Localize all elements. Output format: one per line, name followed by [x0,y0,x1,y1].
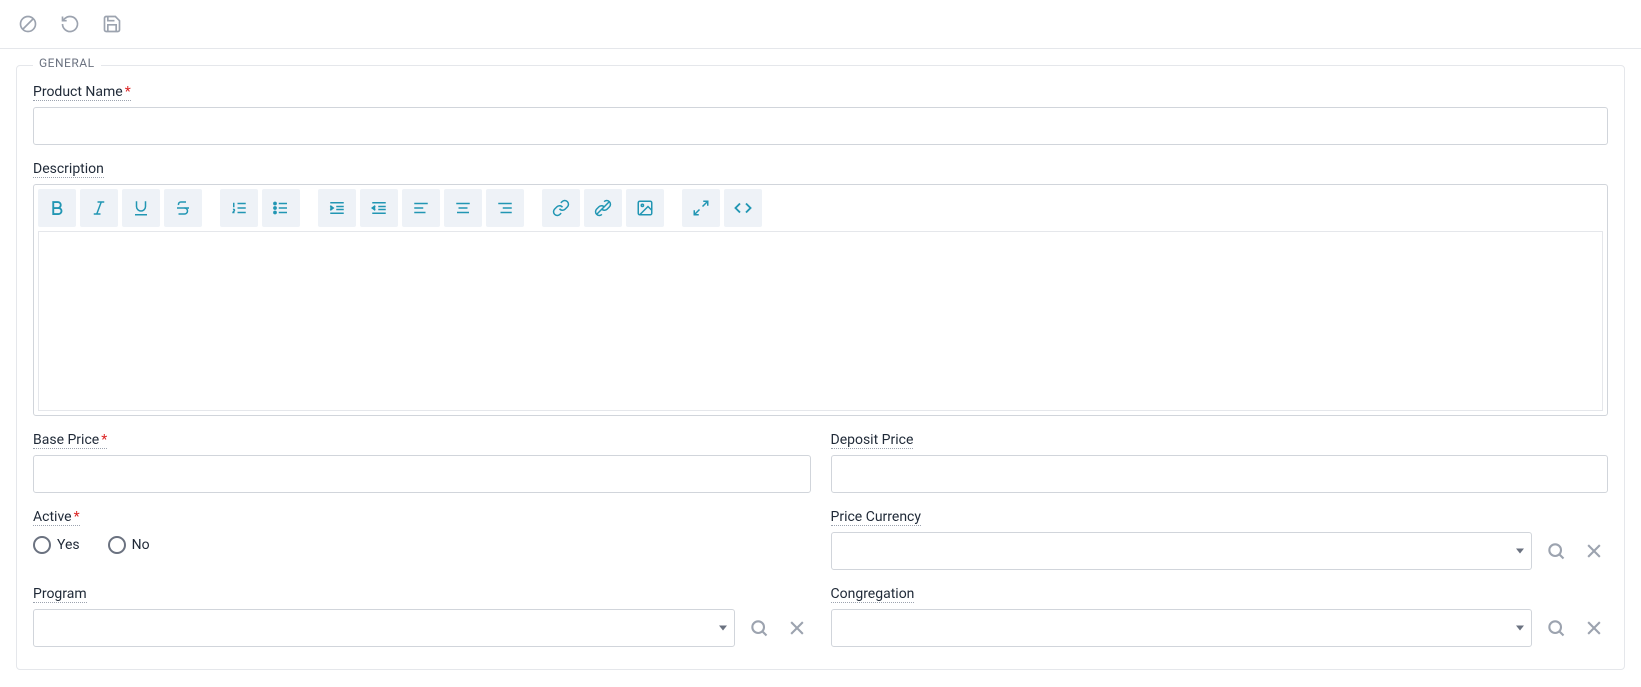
unordered-list-button[interactable] [262,189,300,227]
congregation-clear-button[interactable] [1580,614,1608,642]
description-editor [33,184,1608,416]
fullscreen-icon [692,199,710,217]
undo-icon [60,14,80,34]
product-name-input[interactable] [33,107,1608,145]
align-center-button[interactable] [444,189,482,227]
strikethrough-icon [174,199,192,217]
program-input[interactable] [33,609,735,647]
bold-button[interactable] [38,189,76,227]
image-icon [636,199,654,217]
unordered-list-icon [272,199,290,217]
close-icon [1584,618,1604,638]
italic-button[interactable] [80,189,118,227]
undo-button[interactable] [58,12,82,36]
align-left-icon [412,199,430,217]
description-content[interactable] [38,231,1603,411]
cancel-icon [18,14,38,34]
base-price-input[interactable] [33,455,811,493]
align-right-icon [496,199,514,217]
radio-icon [108,536,126,554]
outdent-icon [370,199,388,217]
unlink-icon [594,199,612,217]
link-button[interactable] [542,189,580,227]
radio-icon [33,536,51,554]
radio-label: No [132,537,150,553]
indent-button[interactable] [318,189,356,227]
description-label: Description [33,161,104,178]
align-right-button[interactable] [486,189,524,227]
ordered-list-icon [230,199,248,217]
active-yes-option[interactable]: Yes [33,536,80,554]
price-currency-input[interactable] [831,532,1533,570]
product-name-label: Product Name* [33,84,131,101]
radio-label: Yes [57,537,80,553]
program-search-button[interactable] [745,614,773,642]
search-icon [1546,541,1566,561]
active-no-option[interactable]: No [108,536,150,554]
align-center-icon [454,199,472,217]
deposit-price-input[interactable] [831,455,1609,493]
search-icon [1546,618,1566,638]
price-currency-label: Price Currency [831,509,922,526]
required-marker: * [101,432,107,448]
deposit-price-label: Deposit Price [831,432,914,449]
underline-icon [132,199,150,217]
price-currency-search-button[interactable] [1542,537,1570,565]
program-label: Program [33,586,87,603]
close-icon [1584,541,1604,561]
base-price-label: Base Price* [33,432,107,449]
label-text: Base Price [33,432,99,448]
cancel-button[interactable] [16,12,40,36]
fullscreen-button[interactable] [682,189,720,227]
save-icon [102,14,122,34]
code-view-button[interactable] [724,189,762,227]
general-fieldset: GENERAL Product Name* Description [16,65,1625,670]
strikethrough-button[interactable] [164,189,202,227]
ordered-list-button[interactable] [220,189,258,227]
unlink-button[interactable] [584,189,622,227]
required-marker: * [125,84,131,100]
indent-icon [328,199,346,217]
search-icon [749,618,769,638]
outdent-button[interactable] [360,189,398,227]
required-marker: * [74,509,80,525]
active-radio-group: Yes No [33,532,811,554]
align-left-button[interactable] [402,189,440,227]
label-text: Product Name [33,84,123,100]
underline-button[interactable] [122,189,160,227]
close-icon [787,618,807,638]
code-icon [734,199,752,217]
label-text: Active [33,509,72,525]
fieldset-legend: GENERAL [33,56,101,70]
program-clear-button[interactable] [783,614,811,642]
italic-icon [90,199,108,217]
bold-icon [48,199,66,217]
top-toolbar [0,0,1641,49]
congregation-search-button[interactable] [1542,614,1570,642]
congregation-input[interactable] [831,609,1533,647]
image-button[interactable] [626,189,664,227]
active-label: Active* [33,509,80,526]
save-button[interactable] [100,12,124,36]
price-currency-clear-button[interactable] [1580,537,1608,565]
link-icon [552,199,570,217]
congregation-label: Congregation [831,586,915,603]
editor-toolbar [34,185,1607,231]
